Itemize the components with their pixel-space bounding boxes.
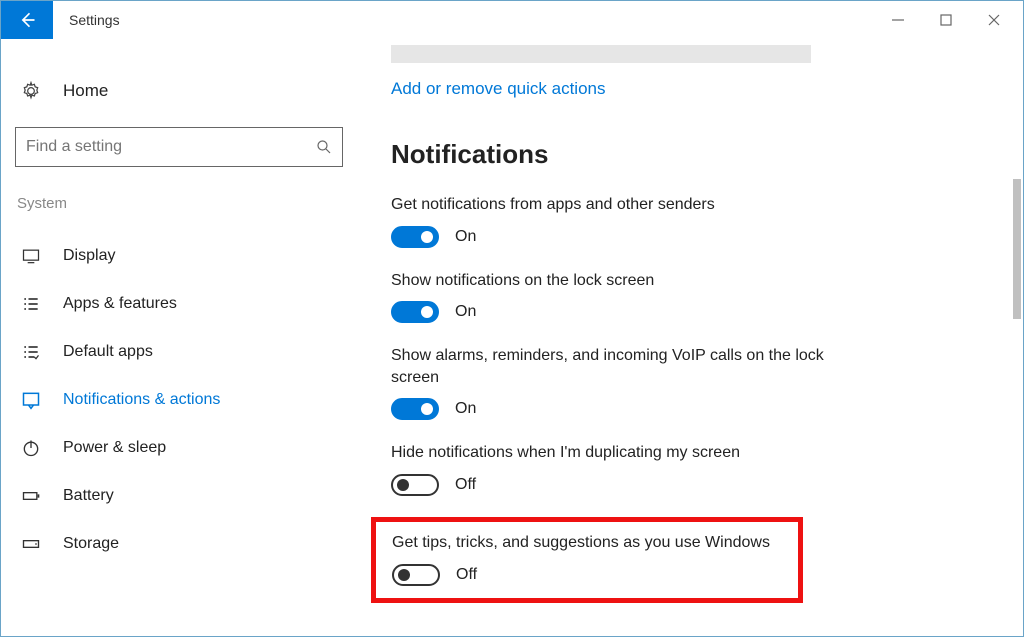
- setting-alarms-reminders: Show alarms, reminders, and incoming VoI…: [391, 345, 1023, 420]
- sidebar-item-label: Display: [63, 247, 115, 265]
- sidebar-section-label: System: [15, 195, 337, 212]
- power-icon: [21, 438, 41, 458]
- sidebar-item-label: Battery: [63, 487, 114, 505]
- search-icon: [316, 139, 332, 155]
- minimize-icon: [891, 13, 905, 27]
- sidebar-item-label: Storage: [63, 535, 119, 553]
- toggle-tips-tricks[interactable]: [392, 564, 440, 586]
- setting-desc: Hide notifications when I'm duplicating …: [391, 442, 861, 464]
- default-apps-icon: [21, 342, 41, 362]
- sidebar-item-battery[interactable]: Battery: [15, 472, 337, 520]
- quick-actions-link[interactable]: Add or remove quick actions: [391, 79, 606, 99]
- title-bar: Settings: [1, 1, 1023, 39]
- maximize-icon: [939, 13, 953, 27]
- storage-icon: [21, 534, 41, 554]
- display-icon: [21, 246, 41, 266]
- sidebar-item-default-apps[interactable]: Default apps: [15, 328, 337, 376]
- window-controls: [891, 1, 1023, 39]
- sidebar-item-label: Apps & features: [63, 295, 177, 313]
- search-box[interactable]: [15, 127, 343, 167]
- setting-tips-tricks: Get tips, tricks, and suggestions as you…: [392, 532, 782, 586]
- toggle-state: On: [455, 303, 476, 321]
- toggle-state: Off: [455, 476, 476, 494]
- toggle-hide-duplicating[interactable]: [391, 474, 439, 496]
- close-button[interactable]: [987, 13, 1001, 27]
- sidebar-item-power-sleep[interactable]: Power & sleep: [15, 424, 337, 472]
- minimize-button[interactable]: [891, 13, 905, 27]
- toggle-state: Off: [456, 566, 477, 584]
- sidebar-home-label: Home: [63, 81, 108, 101]
- close-icon: [987, 13, 1001, 27]
- search-input[interactable]: [26, 138, 316, 156]
- sidebar: Home System Display Apps & features Defa…: [1, 39, 351, 636]
- maximize-button[interactable]: [939, 13, 953, 27]
- sidebar-item-label: Default apps: [63, 343, 153, 361]
- arrow-left-icon: [17, 10, 37, 30]
- toggle-lock-screen-notifications[interactable]: [391, 301, 439, 323]
- gear-icon: [21, 81, 41, 101]
- vertical-scrollbar[interactable]: [1013, 179, 1021, 319]
- sidebar-item-label: Notifications & actions: [63, 391, 220, 409]
- setting-desc: Show notifications on the lock screen: [391, 270, 861, 292]
- sidebar-item-storage[interactable]: Storage: [15, 520, 337, 568]
- sidebar-item-display[interactable]: Display: [15, 232, 337, 280]
- setting-get-notifications: Get notifications from apps and other se…: [391, 194, 1023, 248]
- toggle-state: On: [455, 400, 476, 418]
- notification-icon: [21, 390, 41, 410]
- highlighted-setting: Get tips, tricks, and suggestions as you…: [371, 517, 803, 603]
- section-heading: Notifications: [391, 139, 1023, 170]
- toggle-get-notifications[interactable]: [391, 226, 439, 248]
- window-title: Settings: [53, 1, 891, 39]
- setting-desc: Show alarms, reminders, and incoming VoI…: [391, 345, 861, 388]
- setting-desc: Get notifications from apps and other se…: [391, 194, 861, 216]
- setting-desc: Get tips, tricks, and suggestions as you…: [392, 532, 782, 554]
- back-button[interactable]: [1, 1, 53, 39]
- toggle-alarms-reminders[interactable]: [391, 398, 439, 420]
- list-icon: [21, 294, 41, 314]
- sidebar-item-apps-features[interactable]: Apps & features: [15, 280, 337, 328]
- sidebar-item-label: Power & sleep: [63, 439, 166, 457]
- sidebar-item-notifications-actions[interactable]: Notifications & actions: [15, 376, 337, 424]
- setting-hide-duplicating: Hide notifications when I'm duplicating …: [391, 442, 1023, 496]
- sidebar-home[interactable]: Home: [15, 77, 337, 105]
- quick-actions-placeholder: [391, 45, 811, 63]
- toggle-state: On: [455, 228, 476, 246]
- battery-icon: [21, 486, 41, 506]
- setting-lock-screen-notifications: Show notifications on the lock screen On: [391, 270, 1023, 324]
